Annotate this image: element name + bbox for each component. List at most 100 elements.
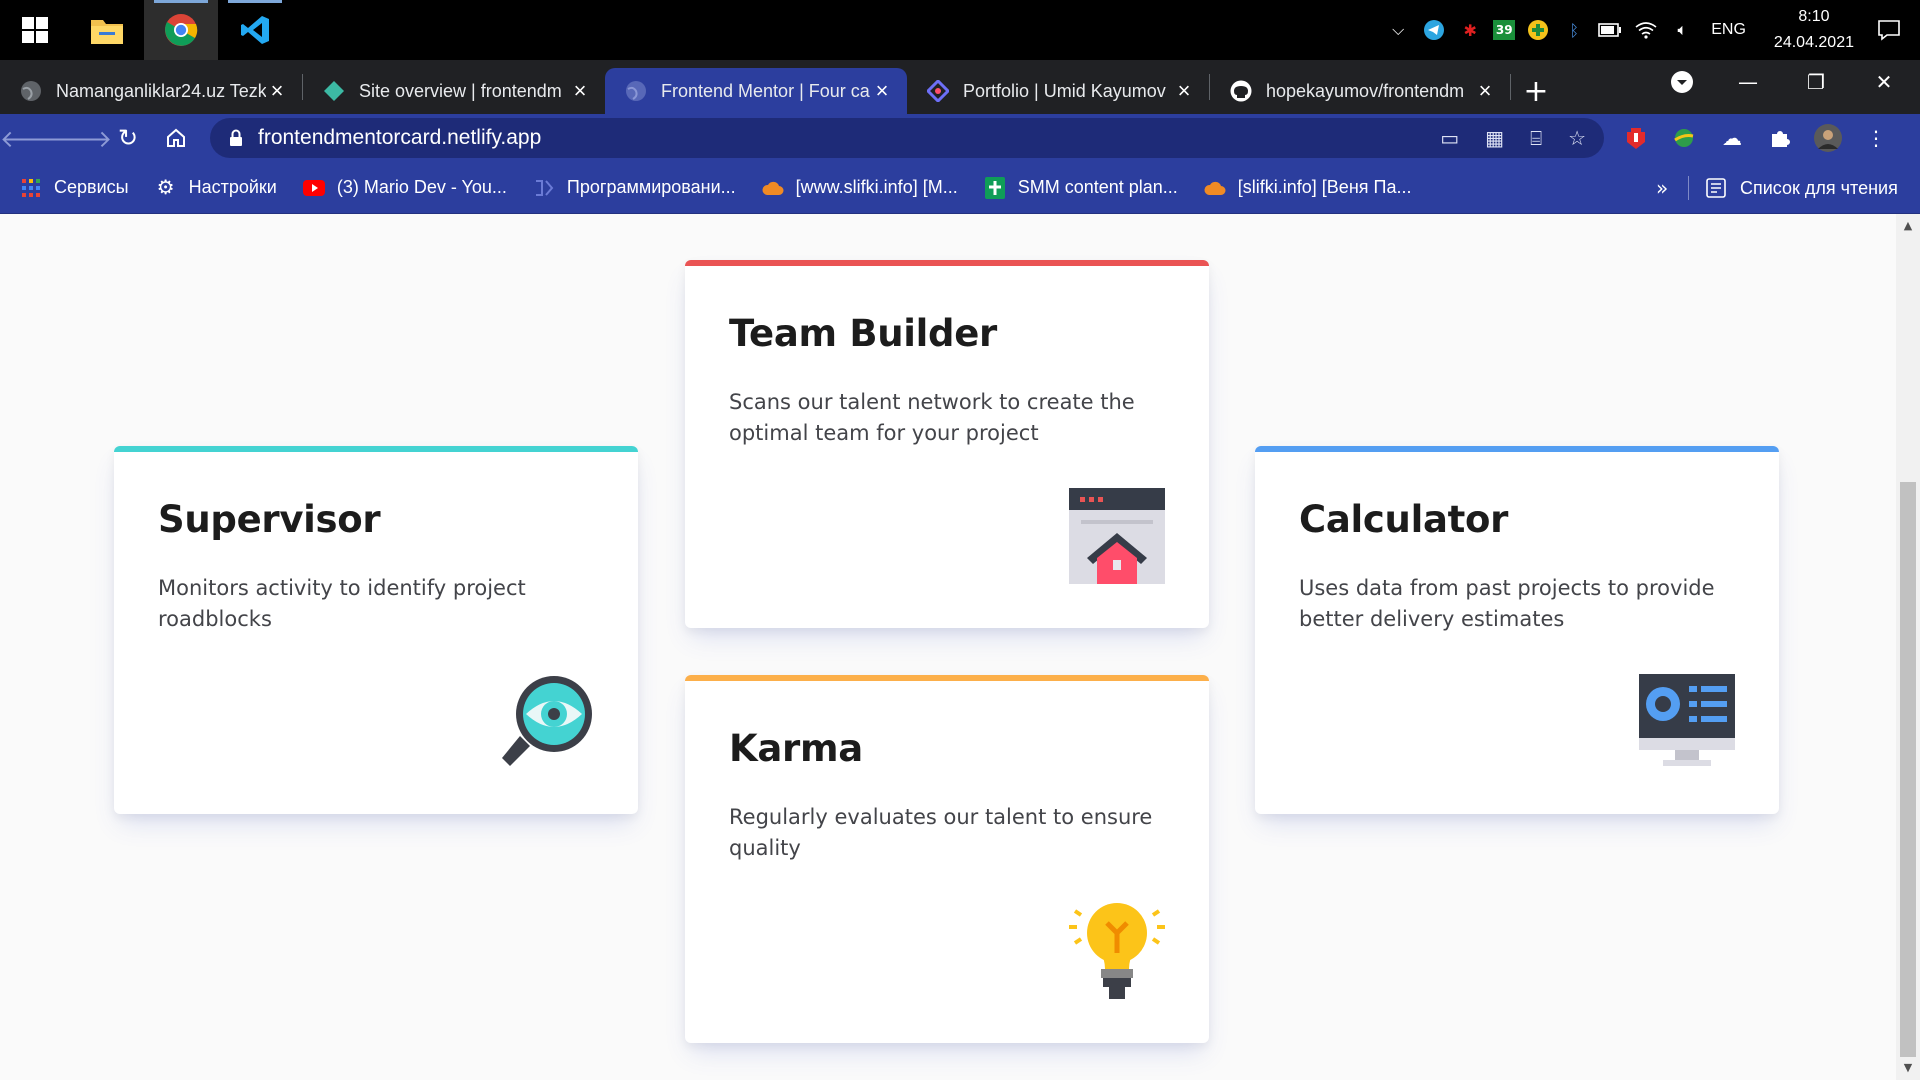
lock-icon — [230, 129, 242, 146]
adblock-icon[interactable] — [1620, 122, 1652, 154]
windows-start-button[interactable] — [0, 0, 70, 60]
code-icon — [533, 177, 555, 199]
close-icon[interactable]: × — [1173, 78, 1195, 104]
youtube-icon — [302, 177, 325, 199]
tab-title: Site overview | frontendm — [359, 80, 562, 101]
cast-icon[interactable]: ▭ — [1440, 126, 1459, 150]
wifi-icon[interactable] — [1633, 17, 1659, 43]
bookmark-mario-dev[interactable]: (3) Mario Dev - You... — [302, 177, 507, 199]
scrollbar-thumb[interactable] — [1900, 482, 1916, 1057]
bluetooth-icon[interactable]: ᛒ — [1561, 17, 1587, 43]
lightbulb-icon — [1069, 903, 1165, 999]
frontend-mentor-icon — [324, 81, 344, 101]
volume-icon[interactable]: 🔈︎ — [1669, 17, 1695, 43]
tab-namanganliklar[interactable]: Namanganliklar24.uz Tezk × — [0, 68, 302, 114]
battery-icon[interactable] — [1597, 17, 1623, 43]
team-builder-icon — [1069, 488, 1165, 584]
bookmark-programming[interactable]: Программировани... — [533, 177, 736, 199]
home-button[interactable] — [152, 114, 200, 162]
url-text: frontendmentorcard.netlify.app — [258, 126, 542, 149]
bookmark-services[interactable]: Сервисы — [20, 177, 129, 199]
card-title: Supervisor — [158, 498, 381, 541]
globe-icon — [21, 81, 41, 101]
chevron-down-icon — [1671, 71, 1693, 93]
bookmark-slifki-1[interactable]: [www.slifki.info] [M... — [762, 177, 958, 199]
taskbar-vscode[interactable] — [218, 0, 292, 60]
avatar[interactable] — [1812, 122, 1844, 154]
reading-list-button[interactable]: Список для чтения — [1706, 162, 1898, 214]
extensions-row: ☁ ⋮ — [1620, 114, 1892, 162]
bookmark-label: (3) Mario Dev - You... — [336, 177, 507, 197]
card-description: Uses data from past projects to provide … — [1299, 576, 1715, 631]
tab-site-overview[interactable]: Site overview | frontendm × — [303, 68, 605, 114]
globe-extension-icon[interactable] — [1668, 122, 1700, 154]
address-bar[interactable]: frontendmentorcard.netlify.app ▭ ▦ ⌸ ☆ — [210, 118, 1604, 158]
close-icon[interactable]: × — [569, 78, 591, 104]
bookmark-slifki-2[interactable]: [slifki.info] [Веня Па... — [1204, 177, 1411, 199]
clock[interactable]: 8:10 24.04.2021 — [1762, 4, 1866, 56]
gear-icon: ⚙ — [156, 177, 175, 199]
apps-grid-icon — [20, 177, 42, 199]
reading-list-label: Список для чтения — [1740, 177, 1898, 198]
cloud-icon — [1204, 177, 1226, 199]
bug-icon[interactable]: ✱ — [1457, 17, 1483, 43]
tab-title: Frontend Mentor | Four ca — [661, 80, 870, 101]
vertical-scrollbar[interactable]: ▲ ▼ — [1896, 214, 1920, 1080]
reload-button[interactable]: ↻ — [104, 114, 152, 162]
bookmark-label: SMM content plan... — [1017, 177, 1178, 197]
scroll-up-icon[interactable]: ▲ — [1896, 216, 1920, 236]
minimize-button[interactable]: — — [1714, 60, 1782, 104]
system-tray: ⌵ ✱ 39 ᛒ 🔈︎ ENG 8:10 24.04.2021 — [1385, 0, 1920, 60]
new-tab-button[interactable]: + — [1511, 68, 1561, 114]
puzzle-icon[interactable] — [1764, 122, 1796, 154]
telegram-icon[interactable] — [1421, 17, 1447, 43]
folder-icon — [91, 20, 123, 44]
scroll-down-icon[interactable]: ▼ — [1896, 1058, 1920, 1078]
card-calculator: Calculator Uses data from past projects … — [1255, 446, 1779, 814]
tab-search-button[interactable] — [1648, 60, 1716, 104]
bookmark-label: Программировани... — [566, 177, 736, 197]
chevron-up-icon[interactable]: ⌵ — [1385, 17, 1411, 43]
close-icon[interactable]: × — [266, 78, 288, 104]
tab-title: Namanganliklar24.uz Tezk — [56, 80, 266, 101]
cloud-extension-icon[interactable]: ☁ — [1716, 122, 1748, 154]
plus-circle-icon[interactable] — [1525, 17, 1551, 43]
tab-github[interactable]: hopekayumov/frontendm × — [1210, 68, 1510, 114]
close-icon[interactable]: × — [871, 78, 893, 104]
forward-button[interactable]: 🡒 — [48, 114, 112, 162]
translate-icon[interactable]: ⌸ — [1530, 126, 1542, 150]
reading-list-icon — [1706, 178, 1726, 198]
bookmarks-bar: Сервисы ⚙ Настройки (3) Mario Dev - You.… — [0, 162, 1920, 214]
tab-portfolio[interactable]: Portfolio | Umid Kayumov × — [907, 68, 1209, 114]
qr-code-icon[interactable]: ▦ — [1485, 126, 1504, 150]
bookmark-smm[interactable]: SMM content plan... — [984, 176, 1178, 199]
page-viewport: Team Builder Scans our talent network to… — [0, 214, 1896, 1080]
card-description: Scans our talent network to create the o… — [729, 390, 1135, 445]
tab-strip: Namanganliklar24.uz Tezk × Site overview… — [0, 60, 1920, 114]
taskbar-file-explorer[interactable] — [70, 0, 144, 60]
bookmark-label: Настройки — [188, 177, 277, 197]
card-team-builder: Team Builder Scans our talent network to… — [685, 260, 1209, 628]
close-icon[interactable]: × — [1474, 78, 1496, 104]
portfolio-icon — [927, 80, 949, 102]
language-indicator[interactable]: ENG — [1705, 21, 1752, 39]
notifications-icon[interactable] — [1876, 17, 1902, 43]
card-supervisor: Supervisor Monitors activity to identify… — [114, 446, 638, 814]
star-icon[interactable]: ☆ — [1568, 126, 1586, 150]
bookmarks-overflow-button[interactable]: » — [1656, 162, 1668, 214]
tab-frontend-mentor-active[interactable]: Frontend Mentor | Four ca × — [605, 68, 907, 114]
close-window-button[interactable]: ✕ — [1850, 60, 1918, 104]
card-karma: Karma Regularly evaluates our talent to … — [685, 675, 1209, 1043]
menu-kebab-icon[interactable]: ⋮ — [1860, 122, 1892, 154]
bookmark-label: [www.slifki.info] [M... — [795, 177, 958, 197]
clock-date: 24.04.2021 — [1773, 34, 1854, 51]
bookmark-settings[interactable]: ⚙ Настройки — [155, 177, 277, 199]
vscode-icon — [241, 16, 269, 44]
windows-logo-icon — [22, 17, 48, 43]
card-title: Team Builder — [729, 312, 997, 355]
restore-button[interactable]: ❐ — [1782, 60, 1850, 104]
tray-badge[interactable]: 39 — [1493, 20, 1516, 40]
card-title: Calculator — [1299, 498, 1509, 541]
taskbar-chrome[interactable] — [144, 0, 218, 60]
browser-toolbar: 🡐 🡒 ↻ frontendmentorcard.netlify.app ▭ ▦… — [0, 114, 1920, 162]
